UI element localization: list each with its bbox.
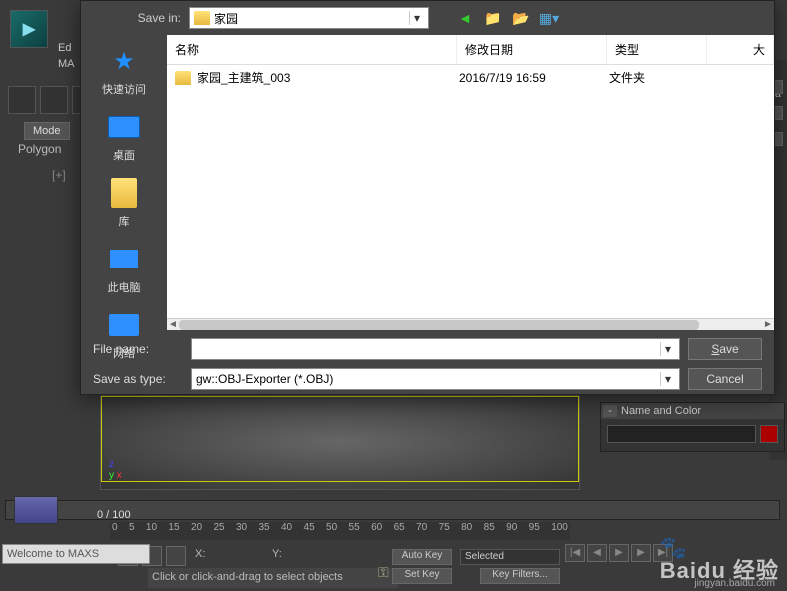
file-list-area: 名称 修改日期 类型 大 家园_主建筑_003 2016/7/19 16:59 … <box>167 35 774 330</box>
folder-icon <box>194 11 210 25</box>
file-name-input[interactable]: ▾ <box>191 338 680 360</box>
status-prompt: Click or click-and-drag to select object… <box>148 568 398 588</box>
save-in-dropdown[interactable]: 家园 ▾ <box>189 7 429 29</box>
object-color-swatch[interactable] <box>760 425 778 443</box>
chevron-down-icon[interactable]: ▾ <box>660 342 675 356</box>
places-bar: ★ 快速访问 桌面 库 此电脑 网络 <box>81 35 167 330</box>
percent-snap-icon[interactable] <box>166 546 186 566</box>
place-desktop[interactable]: 桌面 <box>106 111 142 163</box>
setkey-button[interactable]: Set Key <box>392 568 452 584</box>
place-this-pc[interactable]: 此电脑 <box>106 243 142 295</box>
object-name-input[interactable] <box>607 425 756 443</box>
viewport-selection-outline <box>101 396 579 482</box>
viewport-expand[interactable]: [+] <box>52 168 66 182</box>
file-row[interactable]: 家园_主建筑_003 2016/7/19 16:59 文件夹 <box>167 65 774 90</box>
col-type[interactable]: 类型 <box>607 35 707 64</box>
col-name[interactable]: 名称 <box>167 35 457 64</box>
unlink-icon[interactable] <box>40 86 68 114</box>
file-name-label: File name: <box>93 342 183 356</box>
keyfilters-button[interactable]: Key Filters... <box>480 568 560 584</box>
goto-start-icon[interactable]: |◀ <box>565 544 585 562</box>
scroll-left-icon[interactable]: ◄ <box>167 319 179 331</box>
star-icon: ★ <box>106 45 142 77</box>
place-library[interactable]: 库 <box>106 177 142 229</box>
coord-y-label: Y: <box>272 548 282 560</box>
file-list[interactable]: 家园_主建筑_003 2016/7/19 16:59 文件夹 <box>167 65 774 318</box>
save-in-value: 家园 <box>214 10 238 27</box>
pc-icon <box>106 243 142 275</box>
save-in-label: Save in: <box>91 11 181 25</box>
axis-gizmo: zy x <box>109 459 122 481</box>
scrollbar-thumb[interactable] <box>179 320 699 330</box>
view-menu-icon[interactable]: ▦▾ <box>539 8 559 28</box>
app-title-1: Ed <box>58 42 71 54</box>
up-one-level-icon[interactable]: 📁 <box>483 8 503 28</box>
name-and-color-panel: - Name and Color <box>600 402 785 452</box>
name-and-color-header: Name and Color <box>621 405 701 417</box>
coord-x-label: X: <box>195 548 205 560</box>
link-icon[interactable] <box>8 86 36 114</box>
library-icon <box>106 177 142 209</box>
network-icon <box>106 309 142 341</box>
key-mode-dropdown[interactable]: Selected <box>460 549 560 565</box>
col-date[interactable]: 修改日期 <box>457 35 607 64</box>
mode-button[interactable]: Mode <box>24 122 70 140</box>
play-icon[interactable]: ▶ <box>609 544 629 562</box>
chevron-down-icon[interactable]: ▾ <box>409 11 424 25</box>
polygon-label: Polygon <box>18 142 61 156</box>
place-quick-access[interactable]: ★ 快速访问 <box>102 45 146 97</box>
watermark-paw-icon: 🐾 <box>660 535 687 561</box>
scroll-right-icon[interactable]: ► <box>762 319 774 331</box>
app-logo-icon[interactable]: ▶ <box>10 10 48 48</box>
maxscript-listener[interactable]: Welcome to MAXS <box>2 544 150 564</box>
time-slider-thumb[interactable] <box>14 496 58 524</box>
back-icon[interactable]: ◄ <box>455 8 475 28</box>
new-folder-icon[interactable]: 📂 <box>511 8 531 28</box>
desktop-icon <box>106 111 142 143</box>
app-title-2: MA <box>58 58 75 70</box>
folder-icon <box>175 71 191 85</box>
horizontal-scrollbar[interactable]: ◄ ► <box>167 318 774 330</box>
time-ruler[interactable]: 0 5 10 15 20 25 30 35 40 45 50 55 60 65 … <box>110 522 570 540</box>
autokey-button[interactable]: Auto Key <box>392 549 452 565</box>
save-button[interactable]: Save <box>688 338 762 360</box>
col-size[interactable]: 大 <box>707 35 774 64</box>
next-frame-icon[interactable]: ▶ <box>631 544 651 562</box>
file-list-header[interactable]: 名称 修改日期 类型 大 <box>167 35 774 65</box>
chevron-down-icon[interactable]: ▾ <box>660 372 675 386</box>
viewport[interactable]: zy x <box>100 395 580 490</box>
prev-frame-icon[interactable]: ◀ <box>587 544 607 562</box>
time-position-label: 0 / 100 <box>97 509 131 521</box>
save-as-type-dropdown[interactable]: gw::OBJ-Exporter (*.OBJ) ▾ <box>191 368 680 390</box>
rollout-collapse-button[interactable]: - <box>603 405 617 417</box>
save-as-type-label: Save as type: <box>93 372 183 386</box>
cancel-button[interactable]: Cancel <box>688 368 762 390</box>
save-file-dialog: Save in: 家园 ▾ ◄ 📁 📂 ▦▾ ★ 快速访问 <box>80 0 775 395</box>
